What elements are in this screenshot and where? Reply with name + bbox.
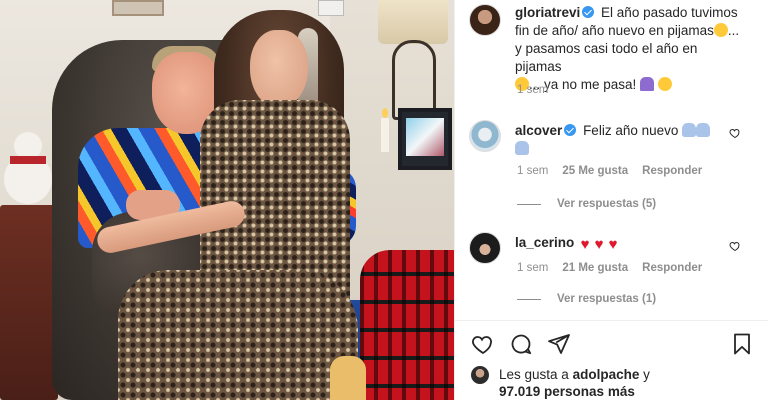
likes-text: Les gusta a adolpache y 97.019 personas …: [499, 366, 650, 400]
caption: gloriatrevi El año pasado tuvimos fin de…: [469, 4, 747, 94]
caption-line1: El año pasado tuvimos: [601, 5, 738, 20]
photo-candle: [381, 118, 389, 152]
comments-panel: gloriatrevi El año pasado tuvimos fin de…: [454, 0, 768, 400]
photo-lamp-shade: [378, 0, 448, 44]
caption-line2-end: ...: [727, 23, 740, 38]
comment-time[interactable]: 1 sem: [517, 262, 548, 274]
comments-scroll-area[interactable]: gloriatrevi El año pasado tuvimos fin de…: [455, 0, 768, 320]
laughing-emoji-icon: [657, 77, 672, 91]
snowman-scarf: [10, 156, 46, 164]
liker-username[interactable]: adolpache: [573, 367, 640, 382]
praying-hands-emoji-icon: [696, 123, 711, 137]
reply-button[interactable]: Responder: [642, 165, 702, 177]
caption-time[interactable]: 1 sem: [517, 84, 548, 96]
comment-meta: 1 sem 25 Me gusta Responder: [517, 165, 702, 177]
photo-woman-skirt: [118, 270, 358, 400]
comment-username[interactable]: la_cerino: [515, 235, 574, 250]
liker-avatar[interactable]: [471, 366, 489, 384]
avatar[interactable]: [469, 120, 501, 152]
bookmark-icon[interactable]: [730, 332, 754, 356]
person-shrugging-emoji-icon: [640, 77, 655, 91]
photo-cabinet: [0, 205, 58, 400]
likes-prefix: Les gusta a: [499, 367, 569, 382]
like-comment-heart-icon[interactable]: [729, 240, 741, 252]
caption-line2: fin de año/ año nuevo en pijamas: [515, 23, 714, 38]
photo-toy: [330, 356, 366, 400]
see-replies-label: Ver respuestas (1): [557, 293, 657, 305]
red-heart-emoji-icon: ♥: [608, 236, 618, 253]
praying-hands-emoji-icon: [682, 123, 697, 137]
red-heart-emoji-icon: ♥: [580, 236, 590, 253]
like-comment-heart-icon[interactable]: [729, 127, 741, 139]
replies-line: [517, 203, 541, 205]
verified-icon: [582, 6, 595, 18]
comment-body: Feliz año nuevo: [583, 123, 679, 138]
divider: [455, 320, 768, 321]
action-bar: [471, 332, 571, 356]
praying-hands-emoji-icon: [515, 141, 529, 155]
comment-text: alcover Feliz año nuevo: [515, 120, 735, 158]
caption-text: gloriatrevi El año pasado tuvimos fin de…: [515, 4, 747, 94]
photo-tv-screen: [406, 118, 444, 156]
photo-candle-flame: [382, 108, 388, 118]
avatar[interactable]: [469, 232, 501, 264]
caption-meta: 1 sem: [517, 84, 548, 96]
photo-woman-face: [250, 30, 308, 108]
avatar[interactable]: [469, 4, 501, 36]
see-replies-button[interactable]: Ver respuestas (1): [517, 293, 656, 305]
caption-username[interactable]: gloriatrevi: [515, 5, 580, 20]
heart-icon[interactable]: [471, 332, 495, 356]
photo-light-switch: [318, 0, 344, 16]
likes-suffix: y: [643, 367, 650, 382]
see-replies-button[interactable]: Ver respuestas (5): [517, 198, 656, 210]
see-replies-label: Ver respuestas (5): [557, 198, 657, 210]
photo-plaid-gift: [360, 250, 454, 400]
comment-text: la_cerino ♥ ♥ ♥: [515, 232, 735, 264]
paper-plane-icon[interactable]: [547, 332, 571, 356]
likes-count[interactable]: 97.019 personas más: [499, 384, 635, 399]
photo-picture-frame: [112, 0, 164, 16]
comment-item: la_cerino ♥ ♥ ♥: [469, 232, 735, 264]
photo-snowman: [0, 130, 56, 210]
red-heart-emoji-icon: ♥: [594, 236, 604, 253]
comment-username[interactable]: alcover: [515, 123, 562, 138]
smiling-emoji-icon: [713, 23, 728, 37]
photo-tv: [398, 108, 452, 170]
replies-line: [517, 298, 541, 300]
comment-likes[interactable]: 21 Me gusta: [562, 262, 628, 274]
caption-line3: y pasamos casi todo el año en pijamas: [515, 41, 698, 74]
comment-icon[interactable]: [509, 332, 533, 356]
comment-meta: 1 sem 21 Me gusta Responder: [517, 262, 702, 274]
post-photo[interactable]: [0, 0, 454, 400]
comment-time[interactable]: 1 sem: [517, 165, 548, 177]
likes-summary: Les gusta a adolpache y 97.019 personas …: [471, 366, 650, 400]
reply-button[interactable]: Responder: [642, 262, 702, 274]
verified-icon: [564, 124, 577, 136]
comment-likes[interactable]: 25 Me gusta: [562, 165, 628, 177]
comment-item: alcover Feliz año nuevo: [469, 120, 735, 158]
